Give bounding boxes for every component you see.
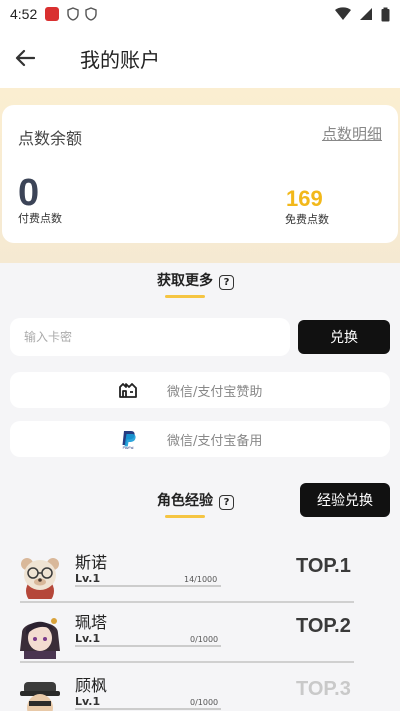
page-title: 我的账户: [80, 47, 160, 72]
svg-text:PayPal: PayPal: [123, 446, 134, 449]
payment-option-sponsor[interactable]: 微信/支付宝赞助: [10, 372, 390, 408]
role-level: Lv.1: [75, 632, 101, 645]
role-level: Lv.1: [75, 572, 101, 585]
role-exp-progress: 0/1000: [190, 635, 219, 644]
shield-icon: [67, 7, 79, 21]
role-exp-bar: [75, 708, 221, 710]
paid-points-label: 付费点数: [18, 212, 62, 225]
battery-icon: [381, 7, 390, 21]
avatar: [20, 682, 60, 711]
back-button[interactable]: [0, 28, 50, 88]
role-experience-label: 角色经验: [157, 490, 213, 514]
get-more-title: 获取更多 ?: [157, 270, 234, 294]
mianbaoduo-icon: [119, 383, 137, 398]
payment-option-label: 微信/支付宝赞助: [167, 385, 263, 400]
wifi-icon: [335, 7, 351, 20]
arrow-left-icon: [15, 49, 35, 67]
role-exp-bar: [75, 585, 221, 587]
shield-icon: [85, 7, 97, 21]
exp-exchange-button[interactable]: 经验兑换: [300, 483, 390, 517]
role-row[interactable]: 斯诺 Lv.1 14/1000 TOP.1: [0, 545, 400, 605]
help-icon[interactable]: ?: [219, 274, 234, 290]
points-card: 点数余额 点数明细 0 付费点数 169 免费点数: [2, 105, 398, 243]
avatar: [20, 618, 60, 659]
free-points-label: 免费点数: [285, 213, 329, 226]
role-rank: TOP.3: [296, 678, 351, 700]
payment-option-backup[interactable]: PayPal 微信/支付宝备用: [10, 421, 390, 457]
notification-app-icon: [45, 7, 60, 21]
role-row[interactable]: 顾枫 Lv.1 0/1000 TOP.3: [0, 668, 400, 711]
divider: [20, 661, 354, 663]
points-detail-link[interactable]: 点数明细: [322, 123, 382, 144]
role-exp-progress: 0/1000: [190, 698, 219, 707]
role-name: 顾枫: [75, 676, 108, 695]
paid-points-value: 0: [18, 172, 40, 214]
divider: [20, 601, 354, 603]
role-experience-title: 角色经验 ?: [157, 490, 234, 514]
status-time: 4:52: [10, 6, 38, 22]
role-exp-bar: [75, 645, 221, 647]
help-icon[interactable]: ?: [219, 494, 234, 510]
redeem-button[interactable]: 兑换: [298, 320, 390, 354]
role-row[interactable]: 珮塔 Lv.1 0/1000 TOP.2: [0, 605, 400, 665]
avatar: [21, 558, 59, 599]
status-bar: 4:52: [0, 0, 400, 28]
app-bar: 我的账户: [0, 28, 400, 88]
role-level: Lv.1: [75, 695, 101, 708]
paypal-icon: PayPal: [122, 431, 136, 449]
role-rank: TOP.1: [296, 555, 351, 577]
role-exp-progress: 14/1000: [184, 575, 218, 584]
role-rank: TOP.2: [296, 615, 351, 637]
points-balance-label: 点数余额: [18, 129, 83, 148]
free-points-value: 169: [286, 186, 323, 211]
role-name: 斯诺: [75, 553, 108, 572]
payment-option-label: 微信/支付宝备用: [167, 434, 263, 449]
get-more-label: 获取更多: [157, 270, 213, 294]
signal-icon: [360, 8, 372, 20]
card-key-input[interactable]: [10, 318, 290, 356]
role-name: 珮塔: [75, 613, 108, 632]
